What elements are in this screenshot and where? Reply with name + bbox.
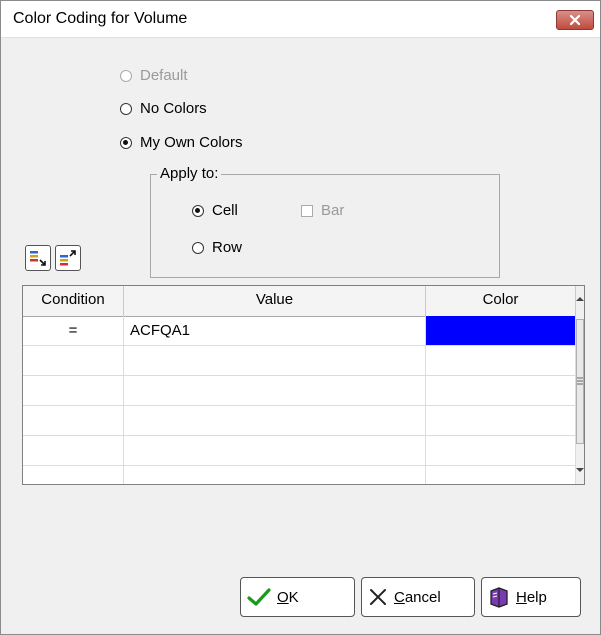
condition-cell[interactable]: [23, 346, 124, 375]
value-cell[interactable]: ACFQA1: [124, 316, 426, 345]
table-row[interactable]: [23, 406, 576, 436]
value-cell[interactable]: [124, 406, 426, 435]
help-button-label: Help: [516, 588, 547, 606]
sort-up-icon: [60, 250, 76, 266]
radio-no-colors[interactable]: No Colors: [120, 100, 207, 117]
column-header-color[interactable]: Color: [426, 286, 576, 316]
color-cell[interactable]: [426, 316, 576, 345]
radio-my-own-colors-indicator: [120, 136, 132, 149]
radio-apply-row-label: Row: [212, 239, 243, 256]
color-cell[interactable]: [426, 346, 576, 375]
radio-my-own-colors-label: My Own Colors: [140, 134, 243, 151]
ok-button-label: OK: [277, 588, 299, 606]
condition-cell[interactable]: [23, 376, 124, 405]
value-cell[interactable]: [124, 376, 426, 405]
cancel-button[interactable]: Cancel: [361, 577, 475, 617]
condition-cell[interactable]: [23, 406, 124, 435]
color-cell[interactable]: [426, 406, 576, 435]
checkbox-bar[interactable]: Bar: [301, 202, 344, 219]
radio-my-own-colors[interactable]: My Own Colors: [120, 134, 243, 151]
sort-down-icon: [30, 251, 46, 266]
condition-cell[interactable]: [23, 466, 124, 484]
table-row[interactable]: [23, 346, 576, 376]
checkbox-bar-label: Bar: [321, 202, 345, 219]
table-row[interactable]: [23, 466, 576, 484]
scroll-up-arrow[interactable]: [575, 292, 584, 306]
radio-apply-row-indicator: [192, 241, 204, 254]
title-bar: Color Coding for Volume: [1, 1, 600, 38]
condition-cell[interactable]: =: [23, 316, 124, 345]
color-cell[interactable]: [426, 376, 576, 405]
close-button[interactable]: [556, 10, 594, 30]
table-row[interactable]: [23, 376, 576, 406]
grid-header: Condition Value Color: [23, 286, 576, 317]
scroll-down-arrow[interactable]: [575, 463, 584, 477]
value-cell[interactable]: [124, 436, 426, 465]
scroll-thumb[interactable]: [576, 319, 584, 444]
color-conditions-grid[interactable]: Condition Value Color = ACFQA1: [22, 285, 585, 485]
cancel-x-icon: [370, 589, 386, 605]
apply-to-legend: Apply to:: [157, 165, 222, 182]
color-coding-dialog: Color Coding for Volume Default No Color…: [0, 0, 601, 635]
condition-cell[interactable]: [23, 436, 124, 465]
arrow-down-icon: [576, 468, 584, 472]
radio-no-colors-label: No Colors: [140, 100, 207, 117]
radio-apply-row[interactable]: Row: [192, 239, 242, 256]
help-book-icon: [490, 587, 508, 608]
move-down-button[interactable]: [25, 245, 51, 271]
help-button[interactable]: Help: [481, 577, 581, 617]
ok-button[interactable]: OK: [240, 577, 355, 617]
move-up-button[interactable]: [55, 245, 81, 271]
table-row[interactable]: = ACFQA1: [23, 316, 576, 346]
column-header-condition[interactable]: Condition: [23, 286, 124, 316]
radio-default[interactable]: Default: [120, 67, 188, 84]
checkbox-bar-indicator: [301, 204, 313, 217]
radio-apply-cell-label: Cell: [212, 202, 238, 219]
dialog-title: Color Coding for Volume: [13, 10, 188, 27]
color-cell[interactable]: [426, 436, 576, 465]
radio-default-label: Default: [140, 67, 188, 84]
radio-apply-cell-indicator: [192, 204, 204, 217]
radio-default-indicator: [120, 69, 132, 82]
value-cell[interactable]: [124, 346, 426, 375]
radio-apply-cell[interactable]: Cell: [192, 202, 238, 219]
table-row[interactable]: [23, 436, 576, 466]
check-icon: [247, 588, 271, 606]
apply-to-group: [150, 174, 500, 278]
arrow-up-icon: [576, 297, 584, 301]
close-x-icon: [569, 14, 581, 26]
column-header-value[interactable]: Value: [124, 286, 426, 316]
value-cell[interactable]: [124, 466, 426, 484]
color-cell[interactable]: [426, 466, 576, 484]
radio-no-colors-indicator: [120, 102, 132, 115]
cancel-button-label: Cancel: [394, 588, 441, 606]
grip-icon: [577, 377, 583, 385]
